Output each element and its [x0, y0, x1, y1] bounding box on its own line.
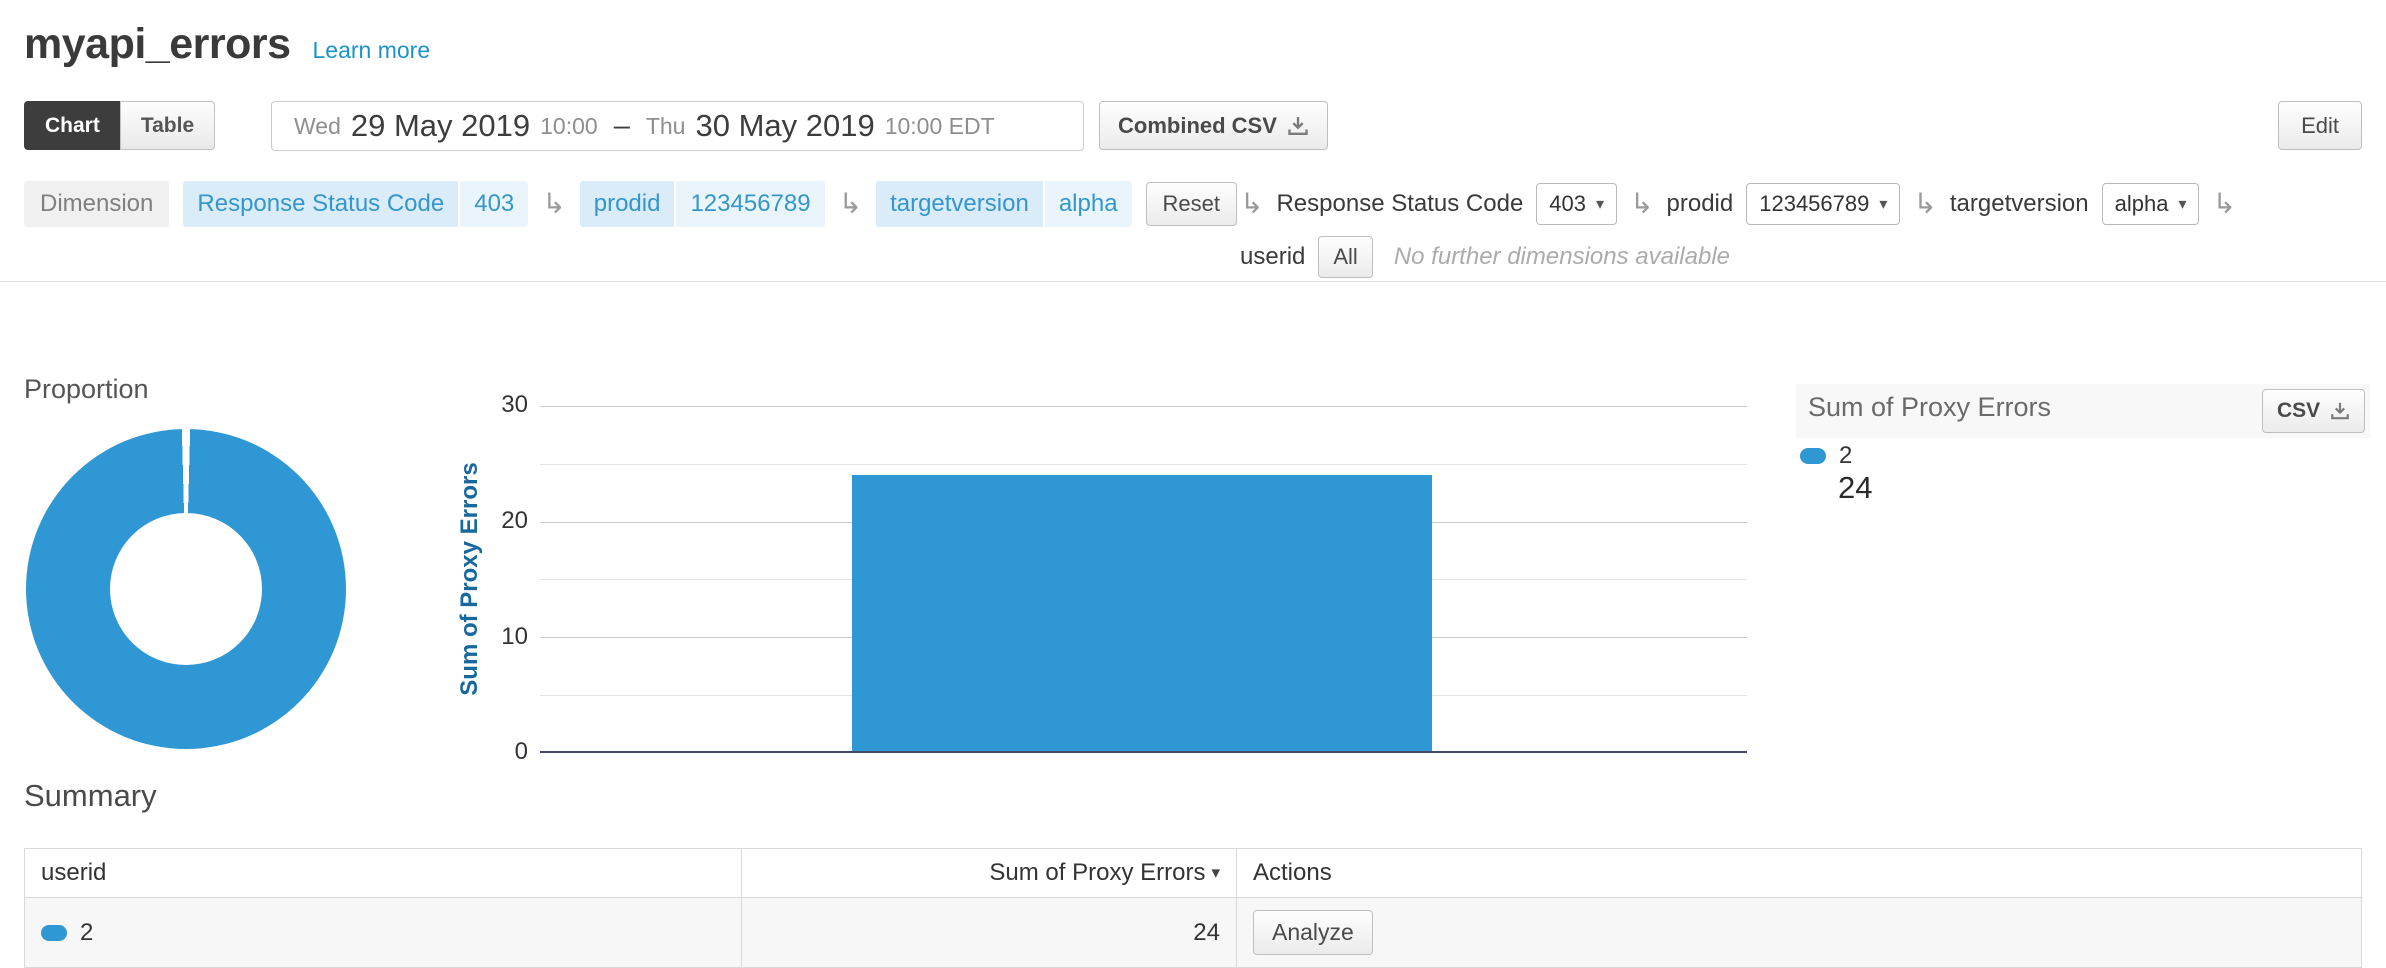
y-tick-20: 20	[450, 507, 528, 535]
reset-button[interactable]: Reset	[1146, 182, 1237, 226]
series-swatch	[41, 925, 67, 941]
drilldown-name: userid	[1240, 243, 1305, 271]
edit-button[interactable]: Edit	[2278, 101, 2362, 150]
sort-descending-icon: ▾	[1211, 863, 1220, 883]
drilldown-select-targetversion[interactable]: alpha ▾	[2102, 183, 2200, 225]
cell-actions: Analyze	[1237, 898, 2361, 967]
column-header-sum-of-proxy-errors[interactable]: Sum of Proxy Errors ▾	[741, 849, 1237, 897]
table-row: 2 24 Analyze	[25, 897, 2361, 967]
analytics-report-page: myapi_errors Learn more Chart Table Wed …	[0, 0, 2386, 968]
chip-name: Response Status Code	[183, 181, 458, 227]
csv-label: CSV	[2277, 399, 2320, 423]
donut-chart[interactable]	[26, 429, 346, 749]
chevron-down-icon: ▾	[1879, 194, 1887, 214]
download-icon	[2330, 401, 2350, 421]
cell-sum-of-proxy-errors: 24	[741, 898, 1237, 967]
proportion-chart-area	[24, 415, 426, 762]
gridline	[540, 406, 1747, 407]
breadcrumb-chip-targetversion[interactable]: targetversion alpha	[876, 181, 1131, 227]
table-header-row: userid Sum of Proxy Errors ▾ Actions	[25, 849, 2361, 897]
donut-hole	[110, 513, 262, 665]
level-down-arrow-icon: ↳	[1630, 190, 1653, 218]
level-down-arrow-icon: ↳	[1913, 190, 1936, 218]
download-icon	[1287, 115, 1309, 137]
learn-more-link[interactable]: Learn more	[313, 37, 431, 64]
gridline	[540, 464, 1747, 465]
drilldown-selected-value: alpha	[2115, 191, 2169, 217]
chip-value: 403	[460, 181, 528, 227]
drilldown-selected-value: 123456789	[1759, 191, 1869, 217]
summary-title: Summary	[24, 778, 157, 814]
page-title: myapi_errors	[24, 20, 291, 69]
y-tick-0: 0	[450, 738, 528, 766]
legend-item-label: 2	[1839, 442, 1852, 470]
proportion-title: Proportion	[24, 374, 149, 405]
drilldown-selected-value: 403	[1549, 191, 1586, 217]
dimension-breadcrumb: Dimension Response Status Code 403 ↳ pro…	[24, 180, 1237, 228]
column-header-userid[interactable]: userid	[25, 849, 741, 897]
date-range-separator: –	[614, 110, 630, 143]
userid-all-button[interactable]: All	[1318, 236, 1372, 278]
column-header-actions[interactable]: Actions	[1237, 849, 2361, 897]
y-tick-30: 30	[450, 391, 528, 419]
dimension-label: Dimension	[24, 181, 169, 227]
chart-toggle-button[interactable]: Chart	[24, 101, 120, 150]
level-down-arrow-icon: ↳	[1240, 190, 1263, 218]
chip-name: prodid	[580, 181, 675, 227]
chip-name: targetversion	[876, 181, 1043, 227]
x-axis-baseline	[540, 751, 1747, 753]
start-date: 29 May 2019	[351, 108, 530, 144]
drilldown-name: Response Status Code	[1276, 190, 1523, 218]
y-axis-label: Sum of Proxy Errors	[456, 462, 484, 695]
level-down-arrow-icon: ↳	[542, 190, 565, 218]
drilldown-name: targetversion	[1950, 190, 2089, 218]
bar-chart-plot-area	[540, 406, 1747, 753]
legend-title: Sum of Proxy Errors	[1808, 392, 2051, 423]
legend-item-value: 24	[1838, 470, 1872, 506]
userid-value: 2	[80, 919, 93, 947]
drilldown-select-response-status-code[interactable]: 403 ▾	[1536, 183, 1617, 225]
start-day: Wed	[294, 113, 341, 140]
analyze-button[interactable]: Analyze	[1253, 910, 1373, 955]
legend-item[interactable]: 2	[1800, 442, 1852, 470]
view-toggle: Chart Table	[24, 101, 215, 150]
legend-swatch	[1800, 448, 1826, 464]
csv-button[interactable]: CSV	[2262, 389, 2365, 433]
drilldown-panel: ↳ Response Status Code 403 ▾ ↳ prodid 12…	[1240, 180, 2386, 281]
chip-value: alpha	[1045, 181, 1132, 227]
breadcrumb-chip-prodid[interactable]: prodid 123456789	[580, 181, 825, 227]
drilldown-row-2: userid All No further dimensions availab…	[1240, 233, 2386, 281]
table-toggle-button[interactable]: Table	[120, 101, 215, 150]
cell-userid: 2	[25, 898, 741, 967]
end-day: Thu	[646, 113, 686, 140]
breadcrumb-chip-response-status-code[interactable]: Response Status Code 403	[183, 181, 528, 227]
no-more-dimensions-note: No further dimensions available	[1394, 243, 1730, 271]
chip-value: 123456789	[676, 181, 824, 227]
end-date: 30 May 2019	[695, 108, 874, 144]
drilldown-select-prodid[interactable]: 123456789 ▾	[1746, 183, 1900, 225]
summary-table: userid Sum of Proxy Errors ▾ Actions 2 2…	[24, 848, 2362, 968]
chevron-down-icon: ▾	[1596, 194, 1604, 214]
drilldown-name: prodid	[1667, 190, 1734, 218]
combined-csv-label: Combined CSV	[1118, 113, 1277, 139]
start-time: 10:00	[540, 113, 598, 140]
date-range-picker[interactable]: Wed 29 May 2019 10:00 – Thu 30 May 2019 …	[271, 101, 1084, 151]
level-down-arrow-icon: ↳	[2212, 190, 2235, 218]
y-tick-10: 10	[450, 623, 528, 651]
section-divider	[0, 281, 2386, 282]
report-header: myapi_errors Learn more	[24, 20, 430, 69]
column-header-label: Sum of Proxy Errors	[989, 859, 1205, 887]
level-down-arrow-icon: ↳	[839, 190, 862, 218]
drilldown-row-1: ↳ Response Status Code 403 ▾ ↳ prodid 12…	[1240, 180, 2386, 228]
end-time: 10:00 EDT	[885, 113, 995, 140]
bar-rect[interactable]	[852, 475, 1432, 751]
chevron-down-icon: ▾	[2178, 194, 2186, 214]
combined-csv-button[interactable]: Combined CSV	[1099, 101, 1328, 150]
